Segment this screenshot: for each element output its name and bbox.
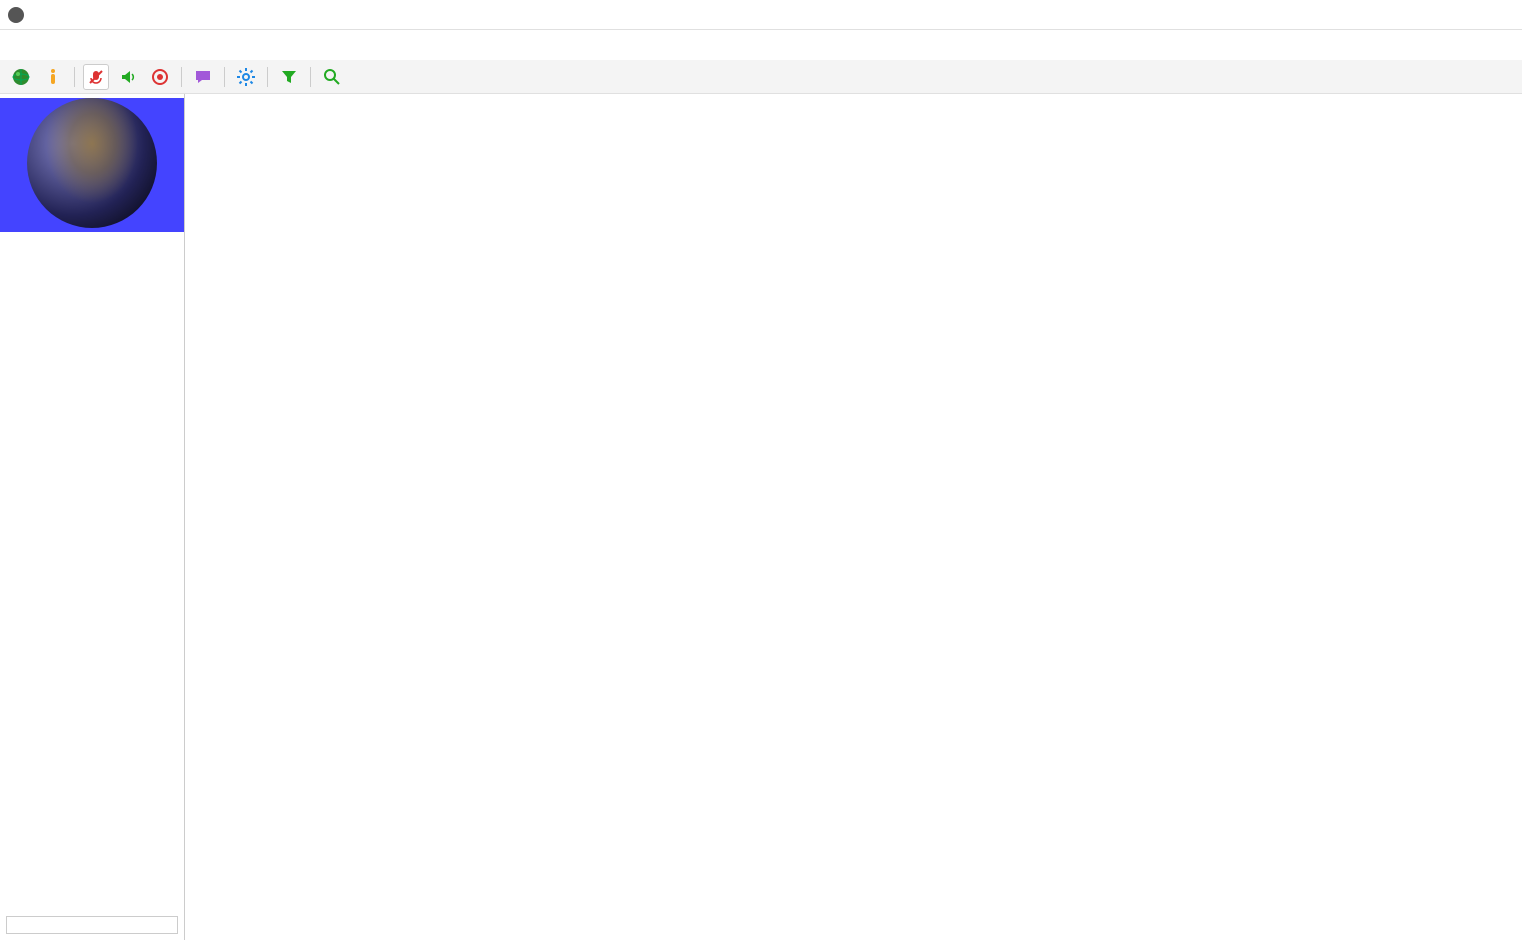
info-content [0,94,184,910]
chat-input[interactable] [6,916,178,934]
separator [74,67,75,87]
globe-image [27,98,157,228]
info-panel [0,94,185,940]
channel-tree[interactable] [185,94,1522,940]
connect-icon[interactable] [8,64,34,90]
comment-icon[interactable] [190,64,216,90]
search-icon[interactable] [319,64,345,90]
main-area [0,94,1522,940]
server-banner [0,98,184,232]
window-controls [1376,0,1514,30]
app-icon [8,7,24,23]
menu-help[interactable] [80,41,100,49]
menu-settings[interactable] [56,41,76,49]
filter-icon[interactable] [276,64,302,90]
maximize-button[interactable] [1422,0,1468,30]
toolbar [0,60,1522,94]
title-bar [0,0,1522,30]
close-button[interactable] [1468,0,1514,30]
menu-bar [0,30,1522,60]
menu-server[interactable] [8,41,28,49]
separator [267,67,268,87]
settings-icon[interactable] [233,64,259,90]
menu-user[interactable] [32,41,52,49]
separator [310,67,311,87]
info-icon[interactable] [40,64,66,90]
separator [181,67,182,87]
deafen-self-icon[interactable] [115,64,141,90]
mute-self-icon[interactable] [83,64,109,90]
minimize-button[interactable] [1376,0,1422,30]
record-icon[interactable] [147,64,173,90]
separator [224,67,225,87]
